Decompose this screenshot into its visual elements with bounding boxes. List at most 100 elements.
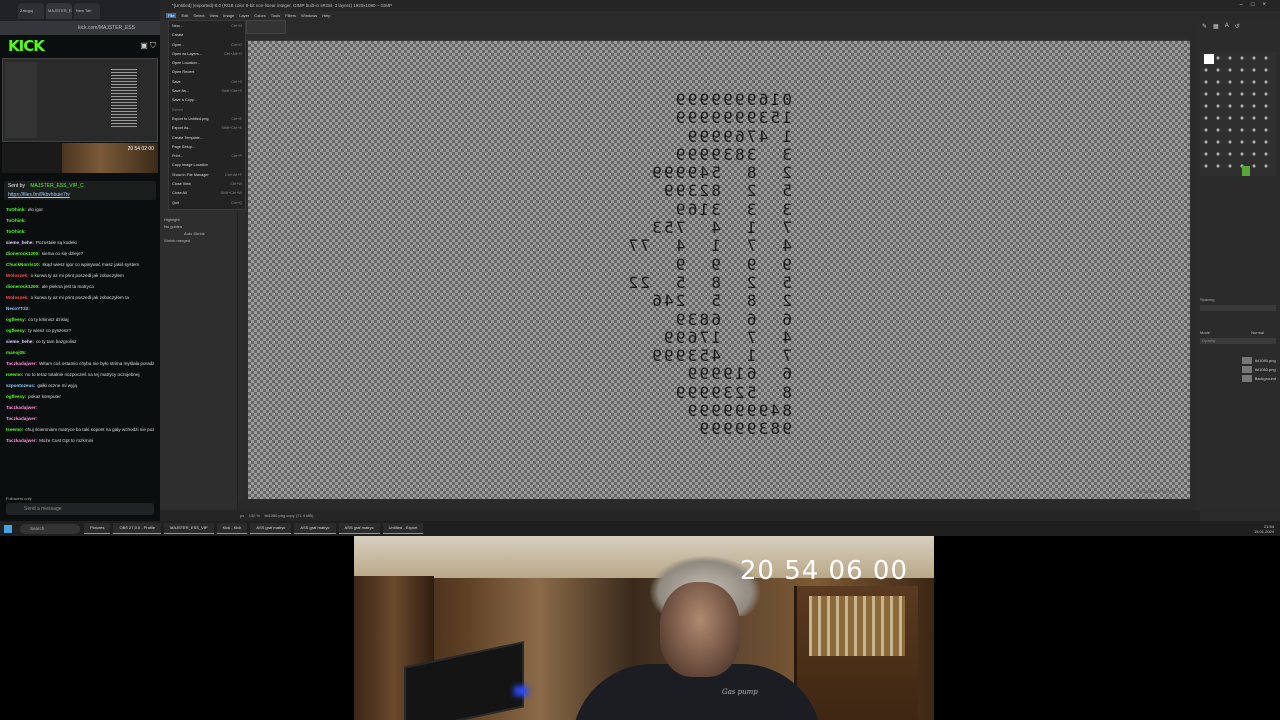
chat-username[interactable]: ogfleesy: [6, 317, 26, 322]
chat-username[interactable]: Woloszek: [6, 273, 29, 278]
chat-username[interactable]: Iseemo: [6, 427, 23, 432]
file-menu-item[interactable]: Open Recent [169, 68, 245, 77]
menu-colors[interactable]: Colors [254, 13, 266, 18]
windows-start-icon[interactable] [4, 524, 12, 533]
pinned-link[interactable]: https://files.fm/f/kbvhbuie7tv [8, 192, 152, 198]
menu-filters[interactable]: Filters [285, 13, 296, 18]
file-menu-item[interactable]: Copy Image Location [169, 161, 245, 170]
chat-username[interactable]: ToOhink: [6, 218, 26, 223]
brush-swatch[interactable] [1242, 166, 1250, 176]
browser-tab[interactable]: New Tab [74, 3, 100, 19]
system-tray[interactable]: 21:54 15.01.2024 [1254, 524, 1280, 534]
file-menu-item[interactable]: Open as Layers... Ctrl+Alt+O [169, 50, 245, 59]
layers-mode[interactable]: Mode Normal [1200, 330, 1276, 335]
menu-select[interactable]: Select [193, 13, 204, 18]
stream-preview[interactable] [2, 58, 158, 142]
chat-username[interactable]: ogfleesy: [6, 394, 26, 399]
browser-tab[interactable]: MAJSTER_ESS [46, 3, 72, 19]
chat-username[interactable]: ToOhink: [6, 207, 26, 212]
menu-image[interactable]: Image [223, 13, 234, 18]
chat-username[interactable]: manoj05: [6, 350, 26, 355]
file-menu-item[interactable]: Create [169, 31, 245, 40]
taskbar-search[interactable]: Search [20, 523, 80, 534]
history-icon[interactable]: ↺ [1235, 23, 1240, 31]
inbox-icon[interactable]: ▣ [140, 41, 148, 50]
pattern-icon[interactable]: ▦ [1213, 23, 1219, 31]
chat-username[interactable]: ChuckNorris10: [6, 262, 40, 267]
chat-username[interactable]: Taczkadajwer: [6, 405, 37, 410]
file-menu-item[interactable]: Revert [169, 106, 245, 115]
file-menu-item[interactable]: Show in File Manager Ctrl+Alt+F [169, 171, 245, 180]
file-menu-item[interactable]: Save a Copy... [169, 96, 245, 105]
selected-brush[interactable] [1204, 54, 1214, 64]
file-menu-item[interactable]: Print... Ctrl+P [169, 152, 245, 161]
layer-row[interactable]: Background [1200, 374, 1276, 383]
tool-option[interactable]: Shrink merged [160, 237, 237, 244]
opacity-slider[interactable]: Opacity [1200, 338, 1276, 344]
file-menu-item[interactable]: Close All Shift+Ctrl+W [169, 189, 245, 198]
menu-tools[interactable]: Tools [271, 13, 280, 18]
brushes-grid[interactable] [1200, 52, 1276, 176]
menu-layer[interactable]: Layer [239, 13, 249, 18]
spacing-slider[interactable] [1200, 305, 1276, 311]
layer-row[interactable]: tkl1080.png [1200, 365, 1276, 374]
brush-icon[interactable]: ✎ [1202, 23, 1207, 31]
kick-logo[interactable]: KICK [8, 37, 45, 55]
close-icon[interactable]: × [1262, 2, 1274, 8]
file-menu-item[interactable]: New... Ctrl+N [169, 22, 245, 31]
file-menu-item[interactable]: Export As... Shift+Ctrl+E [169, 124, 245, 133]
chat-username[interactable]: Woloszek: [6, 295, 29, 300]
taskbar-app[interactable]: Untitled - Export [382, 523, 424, 534]
sent-by-user[interactable]: MAJSTER_ESS_VIP_C [30, 183, 83, 189]
font-icon[interactable]: A [1225, 23, 1229, 31]
taskbar-app[interactable]: MAJSTER_ESS_VIP [164, 523, 214, 534]
tool-option[interactable]: Auto Shrink [160, 230, 237, 237]
unit-select[interactable]: px [240, 513, 244, 518]
image-canvas[interactable]: 0169999999 1539999999 1 4769999 3 383999… [248, 41, 1190, 499]
taskbar-app[interactable]: OBS 27.0.0 - Profile [113, 523, 162, 534]
file-menu-item[interactable]: Save Ctrl+S [169, 78, 245, 87]
maximize-icon[interactable]: □ [1251, 2, 1263, 8]
file-menu-item[interactable]: Page Setup... [169, 143, 245, 152]
chat-username[interactable]: dionerock1200: [6, 251, 40, 256]
chat-username[interactable]: Taczkadajwer: [6, 438, 37, 443]
chat-username[interactable]: Taczkadajwer: [6, 361, 37, 366]
taskbar-app[interactable]: Kick - Kick [216, 523, 248, 534]
chat-username[interactable]: ToOhink: [6, 229, 26, 234]
chat-username[interactable]: szpontozeus: [6, 383, 35, 388]
chat-username[interactable]: ogfleesy: [6, 328, 26, 333]
file-menu-item[interactable]: Save As... Shift+Ctrl+S [169, 87, 245, 96]
chat-username[interactable]: dionerock1200: [6, 284, 40, 289]
taskbar-app[interactable]: ASS graf matryc [250, 523, 292, 534]
menu-edit[interactable]: Edit [181, 13, 188, 18]
chat-username[interactable]: Iseemo: [6, 372, 23, 377]
browser-tab[interactable]: Zaloguj [18, 3, 44, 19]
menu-windows[interactable]: Windows [301, 13, 317, 18]
shield-icon[interactable]: ⛉ [150, 41, 156, 50]
tool-option[interactable]: No guides [160, 223, 237, 230]
chat-username[interactable]: sieme_hehe: [6, 339, 34, 344]
chat-username[interactable]: Taczkadajwer: [6, 416, 37, 421]
taskbar-app[interactable]: ASS graf matryc [294, 523, 336, 534]
tool-option[interactable]: Highlight [160, 216, 237, 223]
taskbar-app[interactable]: ASS graf matryc [338, 523, 380, 534]
address-bar[interactable]: kick.com/MAJSTER_ESS [0, 21, 160, 35]
mode-value[interactable]: Normal [1251, 330, 1264, 335]
chat-username[interactable]: sieme_hehe: [6, 240, 34, 245]
menu-help[interactable]: Help [322, 13, 330, 18]
menu-file[interactable]: File [166, 13, 177, 18]
file-menu-item[interactable]: Open Location... [169, 59, 245, 68]
image-tab[interactable] [246, 20, 286, 34]
file-menu-item[interactable]: Export to Untitled.png Ctrl+E [169, 115, 245, 124]
menu-view[interactable]: View [209, 13, 218, 18]
layer-row[interactable]: tkl1080.png [1200, 356, 1276, 365]
minimize-icon[interactable]: – [1240, 2, 1251, 8]
file-menu-item[interactable]: Close View Ctrl+W [169, 180, 245, 189]
file-menu-item[interactable]: Quit Ctrl+Q [169, 199, 245, 208]
file-menu-item[interactable]: Open... Ctrl+O [169, 41, 245, 50]
chat-username[interactable]: NecoYT22: [6, 306, 30, 311]
taskbar-app[interactable]: Pictures [84, 523, 111, 534]
zoom-select[interactable]: 132 % [249, 513, 260, 518]
chat-input[interactable]: Send a message [6, 503, 154, 515]
file-menu-item[interactable]: Create Template... [169, 134, 245, 143]
